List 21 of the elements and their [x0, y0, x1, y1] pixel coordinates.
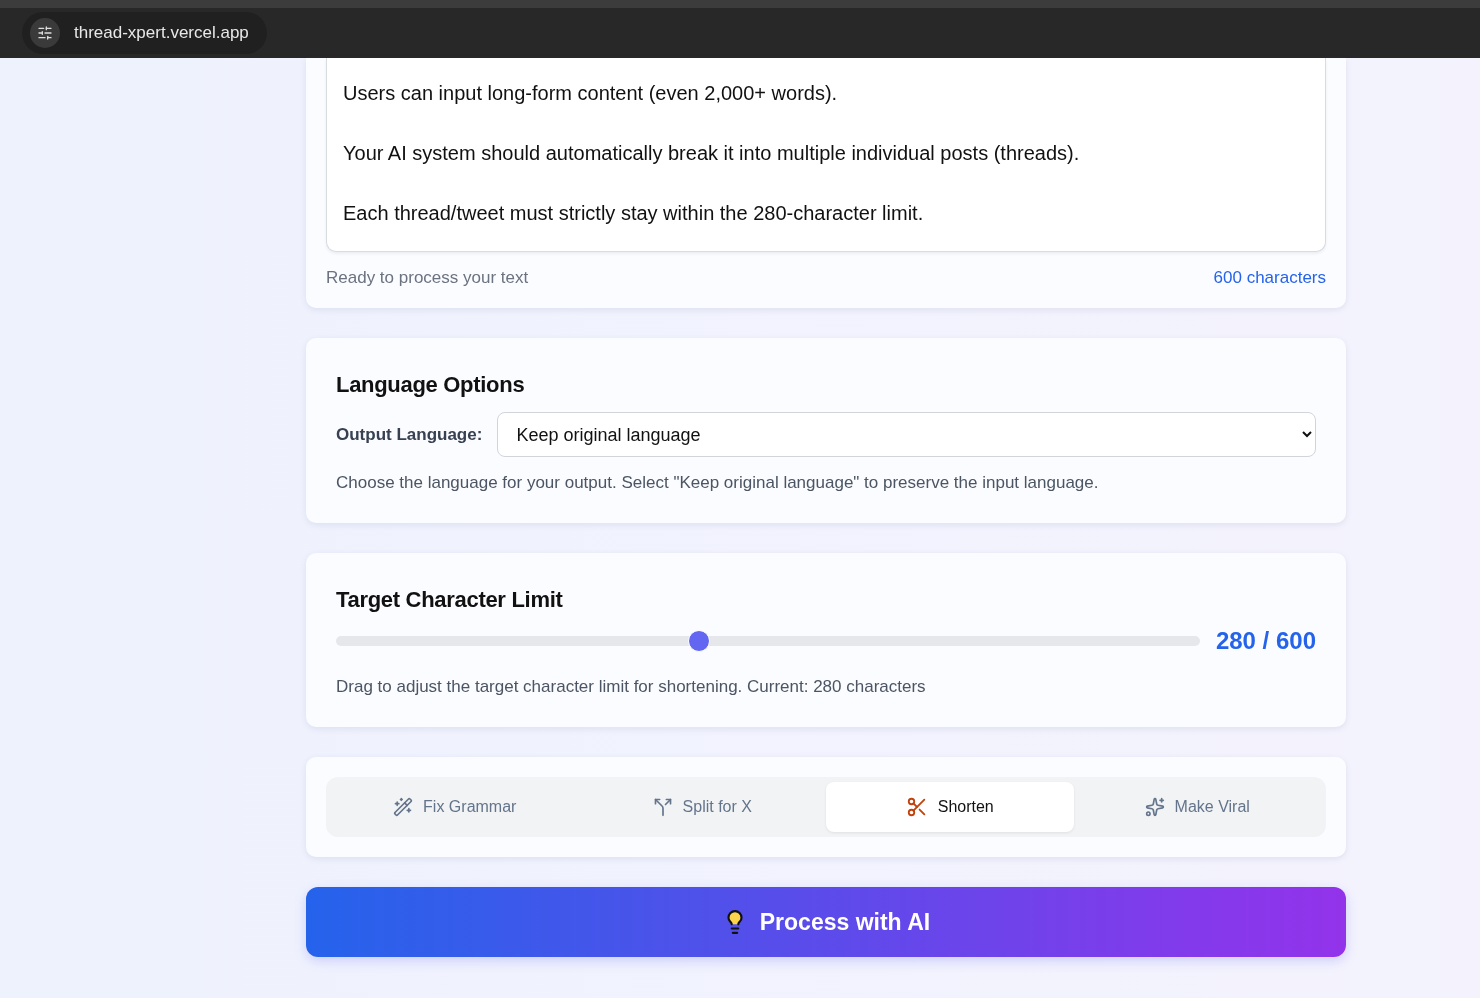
process-button[interactable]: Process with AI [306, 887, 1346, 957]
card-title: Language Options [336, 372, 526, 398]
status-text: Ready to process your text [326, 268, 529, 288]
magic-wand-icon [393, 797, 414, 817]
character-count: 600 characters [1213, 268, 1326, 288]
language-select[interactable]: Keep original language [497, 412, 1316, 457]
help-text: Choose the language for your output. Select "Keep original language" to preserve the input language. [336, 473, 1100, 493]
split-arrows-icon [652, 797, 673, 817]
help-text: Drag to adjust the target character limit for shortening. Current: 280 characters [336, 677, 927, 697]
field-label: Output Language: [336, 424, 483, 445]
slider-thumb[interactable] [687, 630, 710, 652]
mode-tab[interactable]: Shorten [826, 782, 1074, 832]
text-input-area[interactable]: Users can input long-form content (even 2,000+ words). Your AI system should automatically break it into multiple individual posts (threads). Each thread/tweet must strictly stay within the 280-character limit. [326, 58, 1326, 252]
scissors-icon [905, 796, 928, 818]
mode-tab[interactable]: Fix Grammar [331, 782, 579, 832]
mode-tab[interactable]: Make Viral [1073, 782, 1321, 832]
site-settings-icon[interactable] [30, 18, 60, 48]
limit-reading: 280 / 600 [1215, 627, 1316, 655]
mode-tab[interactable]: Split for X [578, 782, 826, 832]
card-title: Target Character Limit [336, 587, 564, 613]
sparkles-icon [1144, 797, 1165, 817]
